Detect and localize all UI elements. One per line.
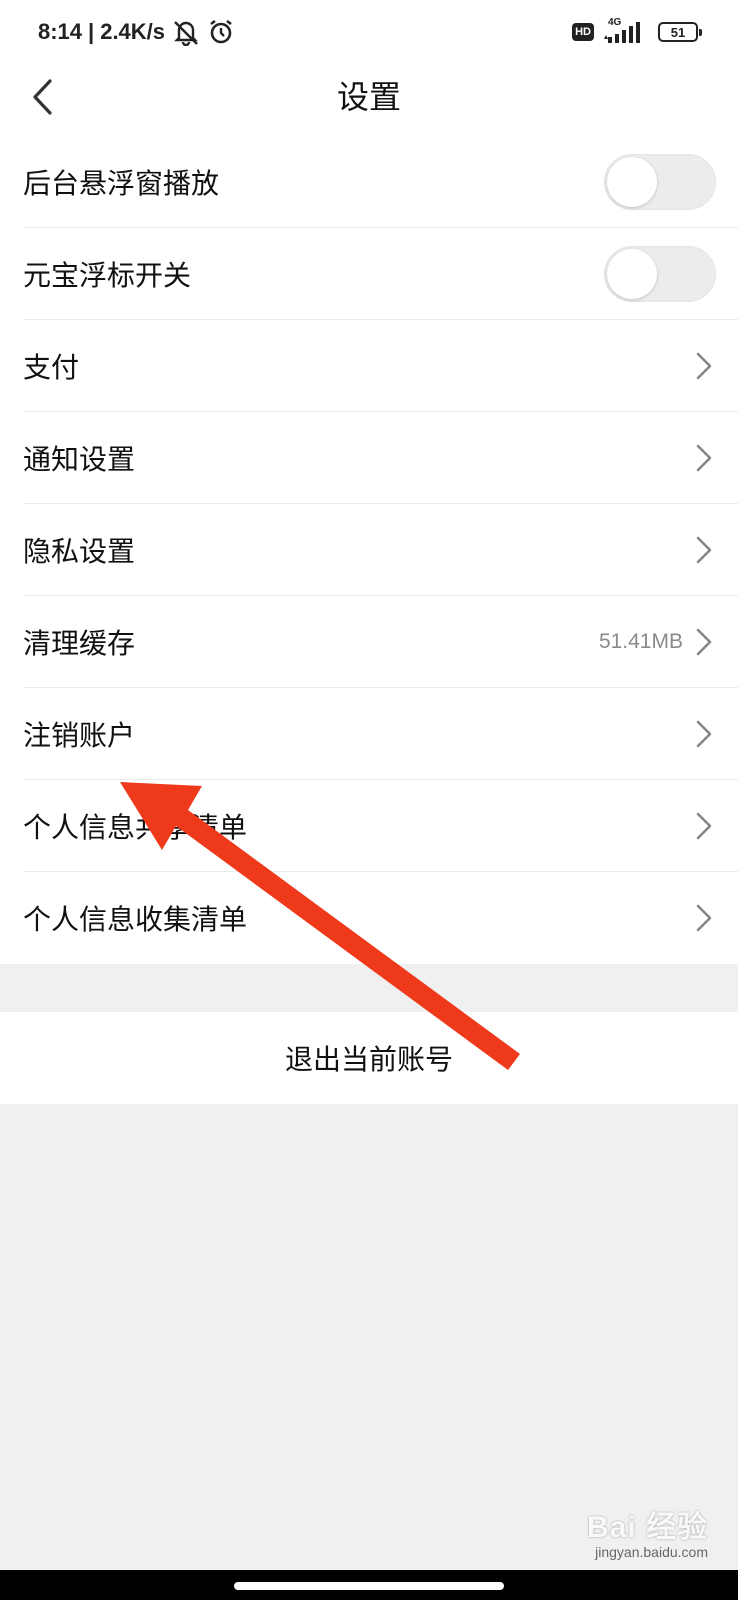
setting-label: 个人信息共享清单	[23, 810, 248, 844]
setting-info-collection-list[interactable]: 个人信息收集清单	[23, 872, 738, 964]
chevron-right-icon	[696, 444, 712, 471]
setting-yuanbao-float: 元宝浮标开关	[23, 228, 738, 320]
home-indicator[interactable]	[234, 1582, 504, 1590]
watermark-url: jingyan.baidu.com	[595, 1544, 708, 1560]
settings-list: 后台悬浮窗播放 元宝浮标开关 支付 通知设置 隐私设置 清理缓存 51.41MB…	[0, 136, 738, 964]
battery-icon: 51	[658, 22, 702, 42]
setting-label: 通知设置	[23, 442, 136, 476]
page-title: 设置	[336, 78, 401, 116]
setting-label: 清理缓存	[23, 626, 136, 660]
bell-muted-icon	[171, 18, 201, 46]
chevron-right-icon	[696, 628, 712, 655]
setting-background-float-play: 后台悬浮窗播放	[23, 136, 738, 228]
status-divider: |	[88, 19, 95, 44]
status-left: 8:14 | 2.4K/s	[38, 16, 235, 48]
chevron-right-icon	[696, 352, 712, 379]
setting-label: 个人信息收集清单	[23, 903, 248, 936]
yuanbao-float-toggle[interactable]	[604, 245, 716, 302]
toggle-knob	[607, 248, 657, 299]
status-net-speed: 2.4K/s	[100, 19, 166, 44]
background-float-play-toggle[interactable]	[604, 153, 716, 210]
cache-size: 51.41MB	[598, 629, 683, 653]
logout-button[interactable]: 退出当前账号	[0, 1012, 738, 1104]
chevron-right-icon	[696, 536, 712, 563]
nav-bar: 设置	[0, 62, 738, 136]
setting-label: 支付	[23, 350, 80, 384]
toggle-knob	[607, 156, 657, 207]
watermark-logo: Bai 经验 jingyan.baidu.com	[587, 1502, 708, 1560]
chevron-right-icon	[696, 904, 712, 932]
chevron-right-icon	[696, 720, 712, 747]
status-time: 8:14	[38, 19, 83, 44]
setting-notifications[interactable]: 通知设置	[23, 412, 738, 504]
battery-level: 51	[670, 24, 686, 40]
signal-icon: 4G	[602, 17, 650, 45]
setting-label: 元宝浮标开关	[23, 258, 192, 292]
setting-clear-cache[interactable]: 清理缓存 51.41MB	[23, 596, 738, 688]
setting-label: 隐私设置	[23, 534, 136, 568]
setting-label: 注销账户	[23, 718, 136, 752]
setting-label: 后台悬浮窗播放	[23, 166, 220, 200]
alarm-clock-icon	[207, 18, 235, 46]
setting-info-sharing-list[interactable]: 个人信息共享清单	[23, 780, 738, 872]
watermark-text: Bai 经验	[586, 1511, 708, 1544]
hd-badge: HD	[572, 23, 594, 41]
status-right: HD 4G 51	[572, 17, 702, 46]
gesture-bar	[0, 1570, 738, 1600]
status-bar: 8:14 | 2.4K/s HD 4G 51	[0, 0, 738, 62]
setting-privacy[interactable]: 隐私设置	[23, 504, 738, 596]
setting-deactivate-account[interactable]: 注销账户	[23, 688, 738, 780]
chevron-right-icon	[696, 812, 712, 839]
setting-payment[interactable]: 支付	[23, 320, 738, 412]
logout-label: 退出当前账号	[284, 1043, 453, 1076]
